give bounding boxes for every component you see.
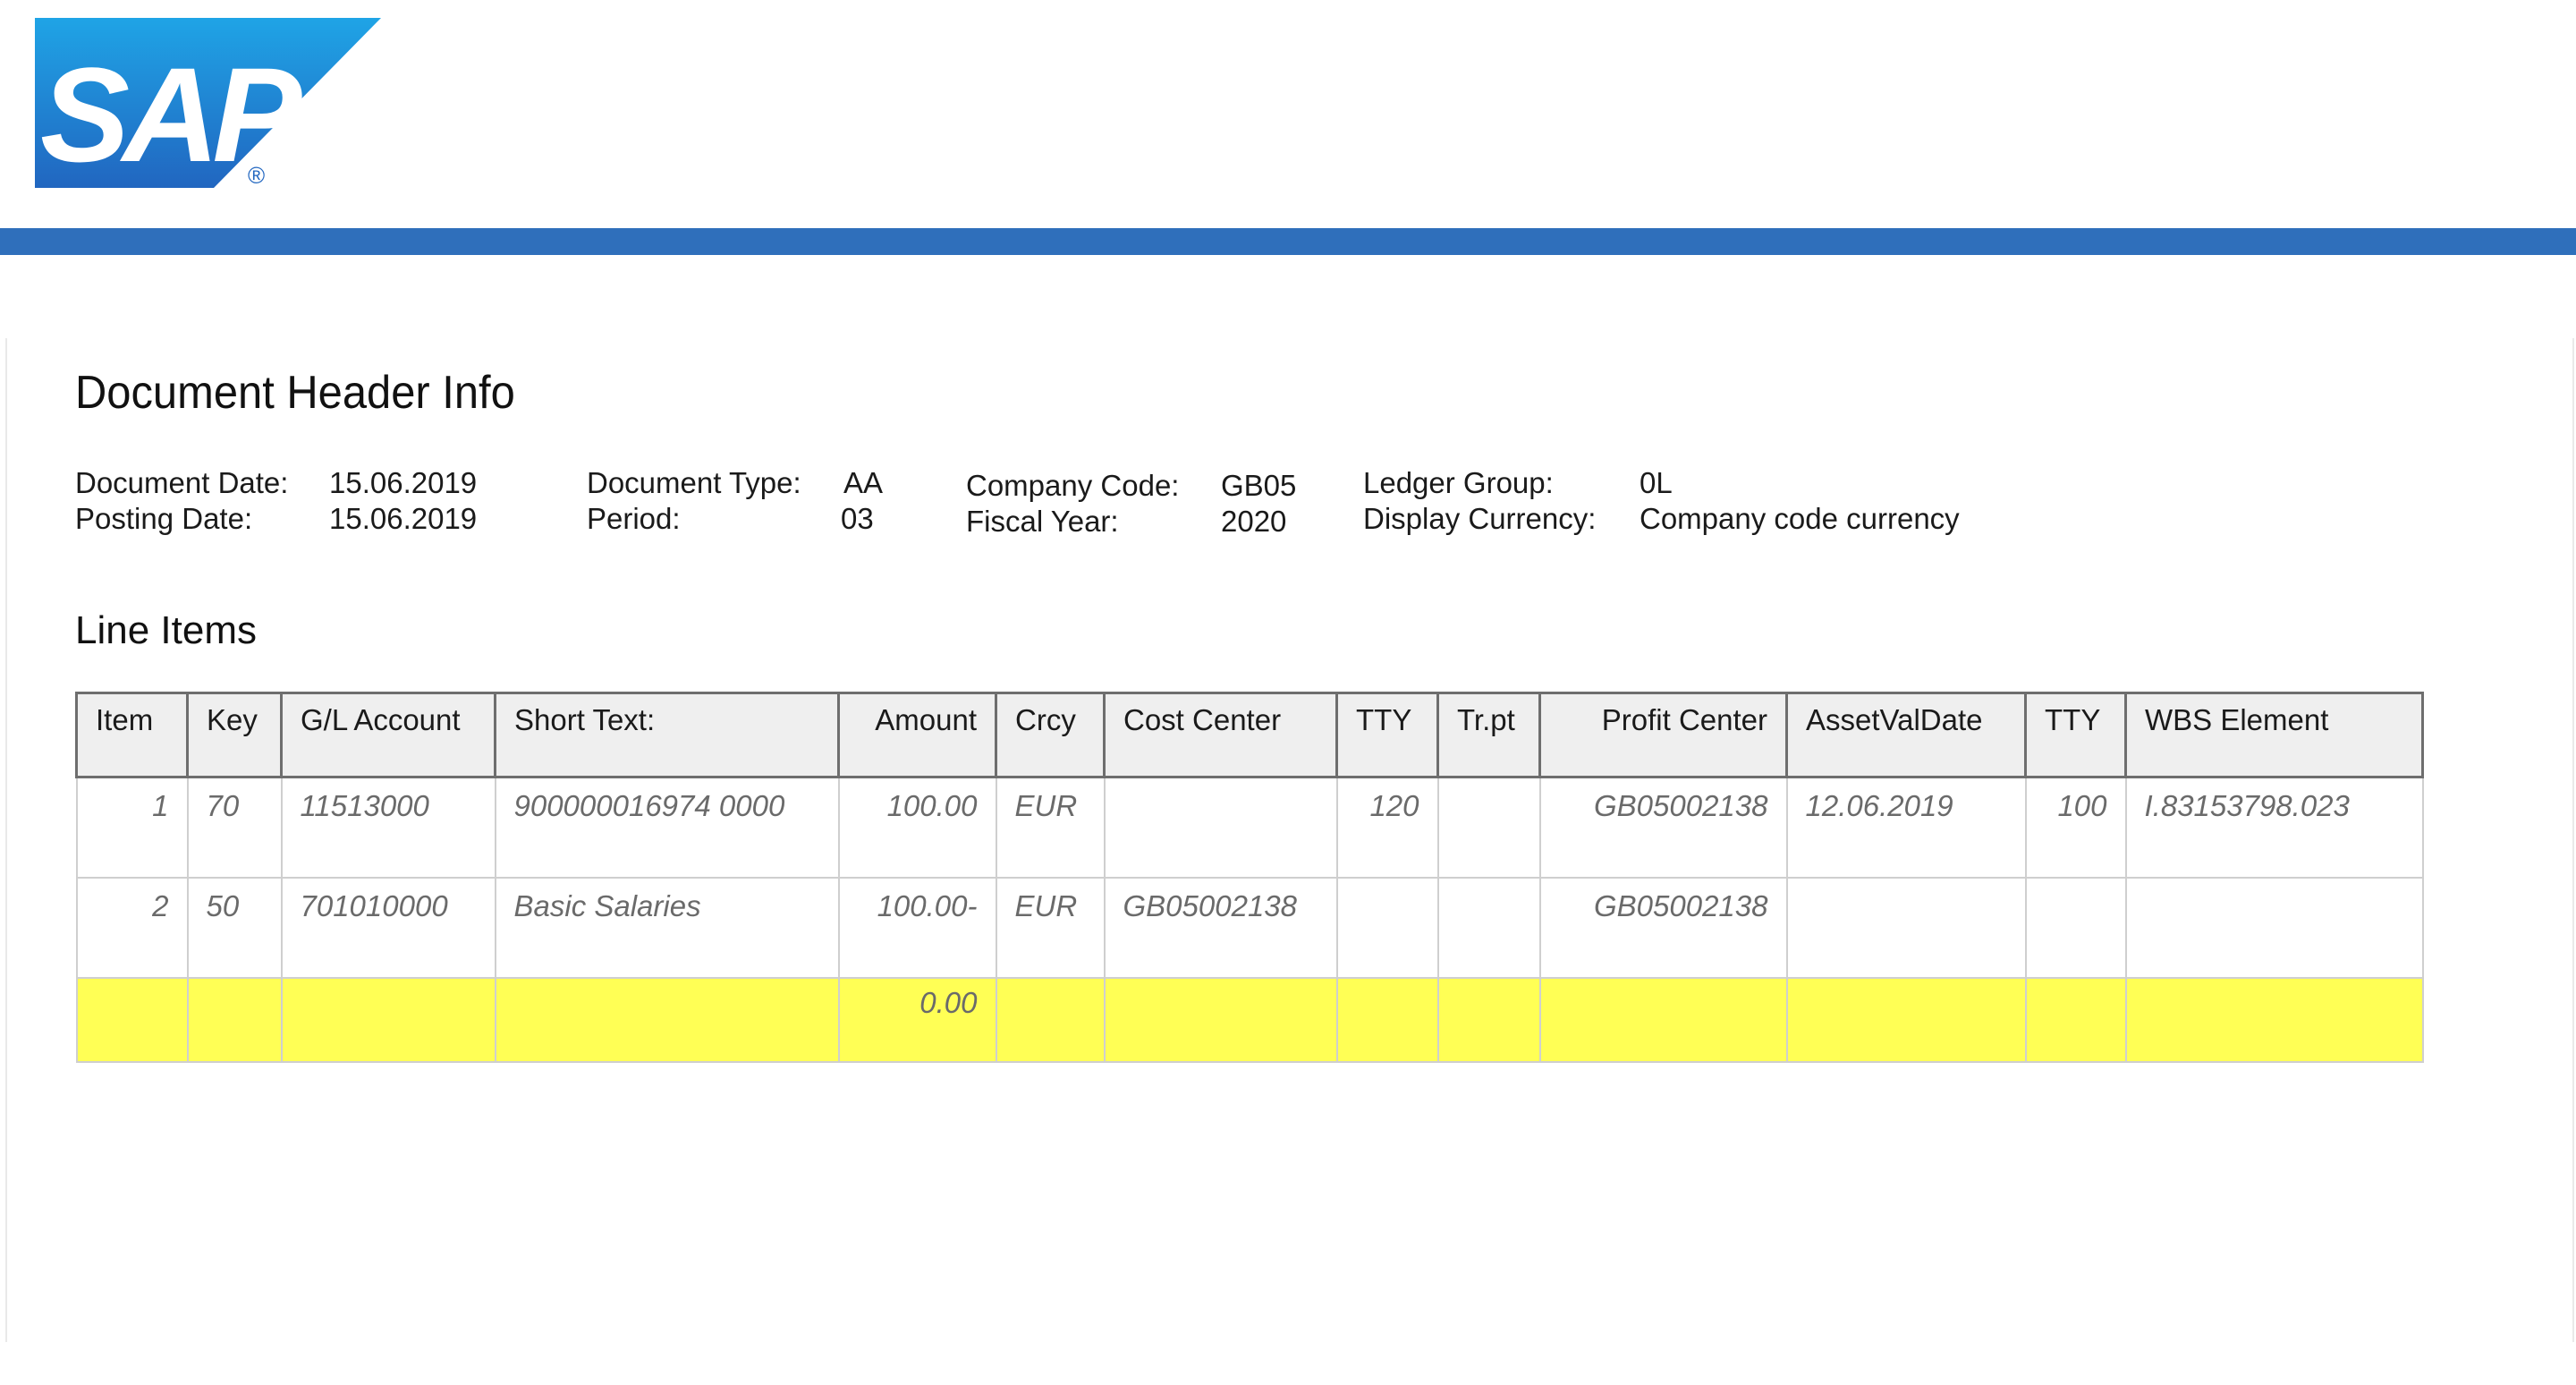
cell-gl-account[interactable]: 701010000 [280, 877, 496, 979]
col-header-key[interactable]: Key [186, 692, 283, 778]
cell-item[interactable]: 1 [75, 776, 189, 879]
col-header-trpt[interactable]: Tr.pt [1436, 692, 1541, 778]
cell-short-text[interactable]: 900000016974 0000 [494, 776, 840, 879]
document-type-value: AA [843, 466, 884, 499]
table-row[interactable]: 2 50 701010000 Basic Salaries 100.00- EU… [75, 877, 2424, 979]
cell-profit-center[interactable]: GB05002138 [1538, 776, 1788, 879]
col-header-gl-account[interactable]: G/L Account [280, 692, 496, 778]
cell-asset-val-date[interactable] [1785, 877, 2027, 979]
ledger-group-value: 0L [1640, 466, 1673, 499]
cell-tty[interactable]: 120 [1335, 776, 1439, 879]
col-header-amount[interactable]: Amount [837, 692, 997, 778]
col-header-profit-center[interactable]: Profit Center [1538, 692, 1788, 778]
total-amount: 0.00 [837, 977, 997, 1063]
col-header-item[interactable]: Item [75, 692, 189, 778]
header-brand-bar [0, 228, 2576, 255]
cell-trpt[interactable] [1436, 776, 1541, 879]
line-items-table: Item Key G/L Account Short Text: Amount … [75, 692, 2424, 1063]
col-header-tty-2[interactable]: TTY [2024, 692, 2127, 778]
cell-cost-center[interactable] [1103, 776, 1338, 879]
cell-gl-account[interactable]: 11513000 [280, 776, 496, 879]
table-row[interactable]: 1 70 11513000 900000016974 0000 100.00 E… [75, 776, 2424, 879]
period-label: Period: [587, 502, 681, 535]
posting-date-value: 15.06.2019 [329, 502, 478, 535]
cell-profit-center[interactable]: GB05002138 [1538, 877, 1788, 979]
cell-short-text[interactable]: Basic Salaries [494, 877, 840, 979]
cell-key[interactable]: 70 [186, 776, 283, 879]
cell-currency[interactable]: EUR [995, 877, 1106, 979]
cell-amount[interactable]: 100.00 [837, 776, 997, 879]
cell-trpt[interactable] [1436, 877, 1541, 979]
cell-tty[interactable] [1335, 877, 1439, 979]
cell-tty-2[interactable] [2024, 877, 2127, 979]
cell-tty-2[interactable]: 100 [2024, 776, 2127, 879]
display-currency-label: Display Currency: [1363, 502, 1597, 535]
col-header-cost-center[interactable]: Cost Center [1103, 692, 1338, 778]
line-items-title: Line Items [75, 608, 257, 652]
sap-logo: SAP ® [35, 18, 381, 188]
ledger-group-label: Ledger Group: [1363, 466, 1554, 499]
document-header-title: Document Header Info [75, 367, 515, 419]
total-row: 0.00 [75, 977, 2424, 1063]
company-code-label: Company Code: [966, 469, 1180, 502]
period-value: 03 [841, 502, 874, 535]
cell-key[interactable]: 50 [186, 877, 283, 979]
cell-amount[interactable]: 100.00- [837, 877, 997, 979]
document-type-label: Document Type: [587, 466, 801, 499]
col-header-currency[interactable]: Crcy [995, 692, 1106, 778]
fiscal-year-value: 2020 [1221, 505, 1287, 538]
col-header-short-text[interactable]: Short Text: [494, 692, 840, 778]
display-currency-value: Company code currency [1640, 502, 1960, 535]
cell-wbs-element[interactable]: I.83153798.023 [2124, 776, 2424, 879]
posting-date-label: Posting Date: [75, 502, 253, 535]
cell-currency[interactable]: EUR [995, 776, 1106, 879]
col-header-wbs-element[interactable]: WBS Element [2124, 692, 2424, 778]
company-code-value: GB05 [1221, 469, 1297, 502]
col-header-tty[interactable]: TTY [1335, 692, 1439, 778]
cell-asset-val-date[interactable]: 12.06.2019 [1785, 776, 2027, 879]
fiscal-year-label: Fiscal Year: [966, 505, 1119, 538]
cell-cost-center[interactable]: GB05002138 [1103, 877, 1338, 979]
document-date-value: 15.06.2019 [329, 466, 478, 499]
svg-text:®: ® [248, 162, 265, 188]
col-header-asset-val-date[interactable]: AssetValDate [1785, 692, 2027, 778]
table-header-row: Item Key G/L Account Short Text: Amount … [75, 692, 2424, 778]
cell-item[interactable]: 2 [75, 877, 189, 979]
document-date-label: Document Date: [75, 466, 289, 499]
cell-wbs-element[interactable] [2124, 877, 2424, 979]
